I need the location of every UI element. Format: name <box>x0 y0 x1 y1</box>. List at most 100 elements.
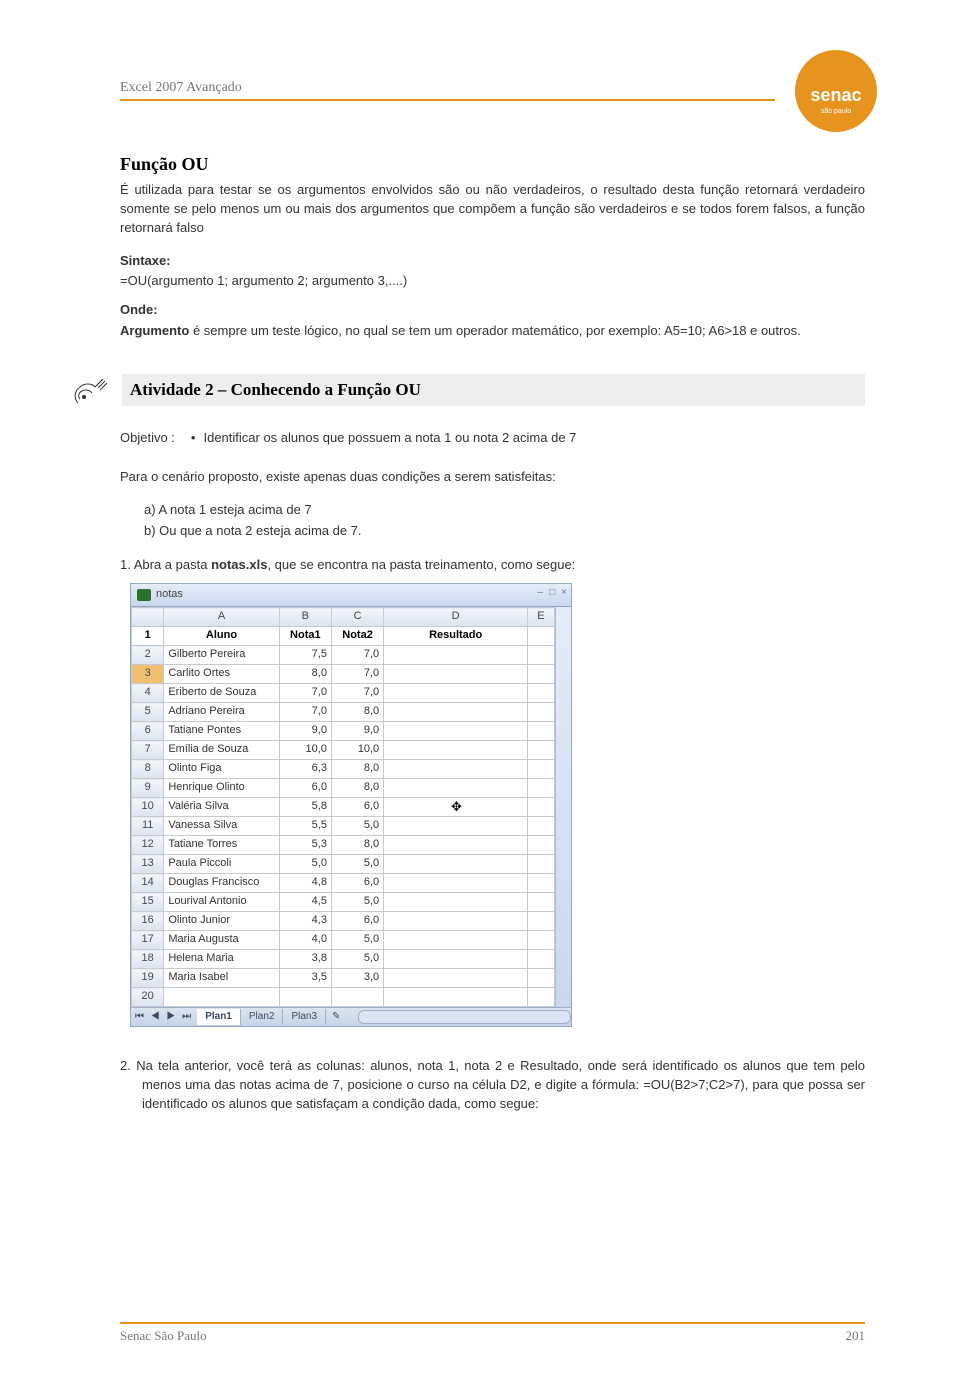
table-row[interactable]: 3Carlito Ortes8,07,0 <box>132 665 555 684</box>
row-header[interactable]: 12 <box>132 836 164 855</box>
table-row[interactable]: 16Olinto Junior4,36,0 <box>132 912 555 931</box>
cell-resultado[interactable] <box>384 893 528 912</box>
table-row[interactable]: 2Gilberto Pereira7,57,0 <box>132 646 555 665</box>
cell-resultado[interactable] <box>384 817 528 836</box>
table-row[interactable]: 12Tatiane Torres5,38,0 <box>132 836 555 855</box>
cell-aluno[interactable]: Adriano Pereira <box>164 703 279 722</box>
row-header[interactable]: 13 <box>132 855 164 874</box>
cell-nota2[interactable] <box>331 988 383 1007</box>
cell-aluno[interactable]: Eriberto de Souza <box>164 684 279 703</box>
cell-nota2[interactable]: 6,0 <box>331 798 383 817</box>
cell-nota1[interactable]: 5,5 <box>279 817 331 836</box>
row-header[interactable]: 7 <box>132 741 164 760</box>
cell-aluno[interactable]: Tatiane Torres <box>164 836 279 855</box>
cell-aluno[interactable]: Vanessa Silva <box>164 817 279 836</box>
row-header[interactable]: 4 <box>132 684 164 703</box>
cell-nota2[interactable]: 5,0 <box>331 817 383 836</box>
cell-nota2[interactable]: 6,0 <box>331 874 383 893</box>
column-header[interactable]: E <box>528 608 554 627</box>
close-icon[interactable]: × <box>561 586 567 601</box>
row-header[interactable]: 2 <box>132 646 164 665</box>
cell-aluno[interactable]: Carlito Ortes <box>164 665 279 684</box>
cell-resultado[interactable] <box>384 931 528 950</box>
cell-aluno[interactable]: Olinto Figa <box>164 760 279 779</box>
cell-nota2[interactable]: 5,0 <box>331 950 383 969</box>
cell-nota2[interactable]: 7,0 <box>331 665 383 684</box>
cell-aluno[interactable]: Olinto Junior <box>164 912 279 931</box>
table-row[interactable]: 19Maria Isabel3,53,0 <box>132 969 555 988</box>
row-header[interactable]: 20 <box>132 988 164 1007</box>
cell-nota1[interactable]: 7,0 <box>279 684 331 703</box>
cell-resultado[interactable] <box>384 665 528 684</box>
row-header[interactable]: 9 <box>132 779 164 798</box>
cell-nota1[interactable]: 6,0 <box>279 779 331 798</box>
row-header[interactable]: 18 <box>132 950 164 969</box>
row-header[interactable]: 16 <box>132 912 164 931</box>
table-row[interactable]: 15Lourival Antonio4,55,0 <box>132 893 555 912</box>
cell-resultado[interactable] <box>384 855 528 874</box>
cell-aluno[interactable]: Helena Maria <box>164 950 279 969</box>
table-row[interactable]: 4Eriberto de Souza7,07,0 <box>132 684 555 703</box>
table-row[interactable]: 20 <box>132 988 555 1007</box>
cell-nota2[interactable]: 8,0 <box>331 760 383 779</box>
cell-aluno[interactable]: Emília de Souza <box>164 741 279 760</box>
cell-nota1[interactable]: 3,5 <box>279 969 331 988</box>
table-row[interactable]: 17Maria Augusta4,05,0 <box>132 931 555 950</box>
cell-nota2[interactable]: 3,0 <box>331 969 383 988</box>
cell-nota1[interactable] <box>279 988 331 1007</box>
sheet-tab-plan3[interactable]: Plan3 <box>283 1009 326 1026</box>
cell-nota2[interactable]: 10,0 <box>331 741 383 760</box>
cell-nota2[interactable]: 9,0 <box>331 722 383 741</box>
table-row[interactable]: 14Douglas Francisco4,86,0 <box>132 874 555 893</box>
cell-nota2[interactable]: 7,0 <box>331 646 383 665</box>
cell-nota2[interactable]: 8,0 <box>331 836 383 855</box>
maximize-icon[interactable]: □ <box>549 586 555 601</box>
cell-resultado[interactable] <box>384 684 528 703</box>
cell-aluno[interactable]: Gilberto Pereira <box>164 646 279 665</box>
table-row[interactable]: 9Henrique Olinto6,08,0 <box>132 779 555 798</box>
cell-aluno[interactable]: Valéria Silva <box>164 798 279 817</box>
vertical-scrollbar[interactable] <box>555 607 571 1007</box>
cell-resultado[interactable] <box>384 722 528 741</box>
cell-aluno[interactable]: Tatiane Pontes <box>164 722 279 741</box>
cell-nota1[interactable]: 5,3 <box>279 836 331 855</box>
table-row[interactable]: 8Olinto Figa6,38,0 <box>132 760 555 779</box>
sheet-tab-plan1[interactable]: Plan1 <box>197 1009 241 1026</box>
cell-nota2[interactable]: 5,0 <box>331 893 383 912</box>
cell-aluno[interactable]: Douglas Francisco <box>164 874 279 893</box>
cell-nota1[interactable]: 9,0 <box>279 722 331 741</box>
column-header[interactable]: D <box>384 608 528 627</box>
cell-nota2[interactable]: 6,0 <box>331 912 383 931</box>
cell-resultado[interactable] <box>384 836 528 855</box>
cell-nota1[interactable]: 8,0 <box>279 665 331 684</box>
cell-nota2[interactable]: 8,0 <box>331 703 383 722</box>
cell-aluno[interactable]: Maria Isabel <box>164 969 279 988</box>
row-header[interactable]: 5 <box>132 703 164 722</box>
cell-nota1[interactable]: 4,0 <box>279 931 331 950</box>
cell-nota1[interactable]: 4,5 <box>279 893 331 912</box>
row-header[interactable]: 15 <box>132 893 164 912</box>
cell-resultado[interactable] <box>384 950 528 969</box>
cell-nota1[interactable]: 10,0 <box>279 741 331 760</box>
row-header[interactable]: 11 <box>132 817 164 836</box>
cell-resultado[interactable] <box>384 779 528 798</box>
cell-aluno[interactable]: Lourival Antonio <box>164 893 279 912</box>
column-header[interactable]: A <box>164 608 279 627</box>
table-row[interactable]: 11Vanessa Silva5,55,0 <box>132 817 555 836</box>
cell-aluno[interactable]: Maria Augusta <box>164 931 279 950</box>
row-header[interactable]: 10 <box>132 798 164 817</box>
table-row[interactable]: 18Helena Maria3,85,0 <box>132 950 555 969</box>
table-row[interactable]: 7Emília de Souza10,010,0 <box>132 741 555 760</box>
cell-nota1[interactable]: 7,5 <box>279 646 331 665</box>
cell-aluno[interactable]: Paula Piccoli <box>164 855 279 874</box>
cell-resultado[interactable] <box>384 703 528 722</box>
cell-nota1[interactable]: 5,8 <box>279 798 331 817</box>
table-row[interactable]: 13Paula Piccoli5,05,0 <box>132 855 555 874</box>
cell-resultado[interactable] <box>384 760 528 779</box>
cell-aluno[interactable]: Henrique Olinto <box>164 779 279 798</box>
row-header[interactable]: 19 <box>132 969 164 988</box>
table-row[interactable]: 10Valéria Silva5,86,0 <box>132 798 555 817</box>
cell-resultado[interactable] <box>384 874 528 893</box>
row-header[interactable]: 6 <box>132 722 164 741</box>
sheet-tab-plan2[interactable]: Plan2 <box>241 1009 284 1026</box>
